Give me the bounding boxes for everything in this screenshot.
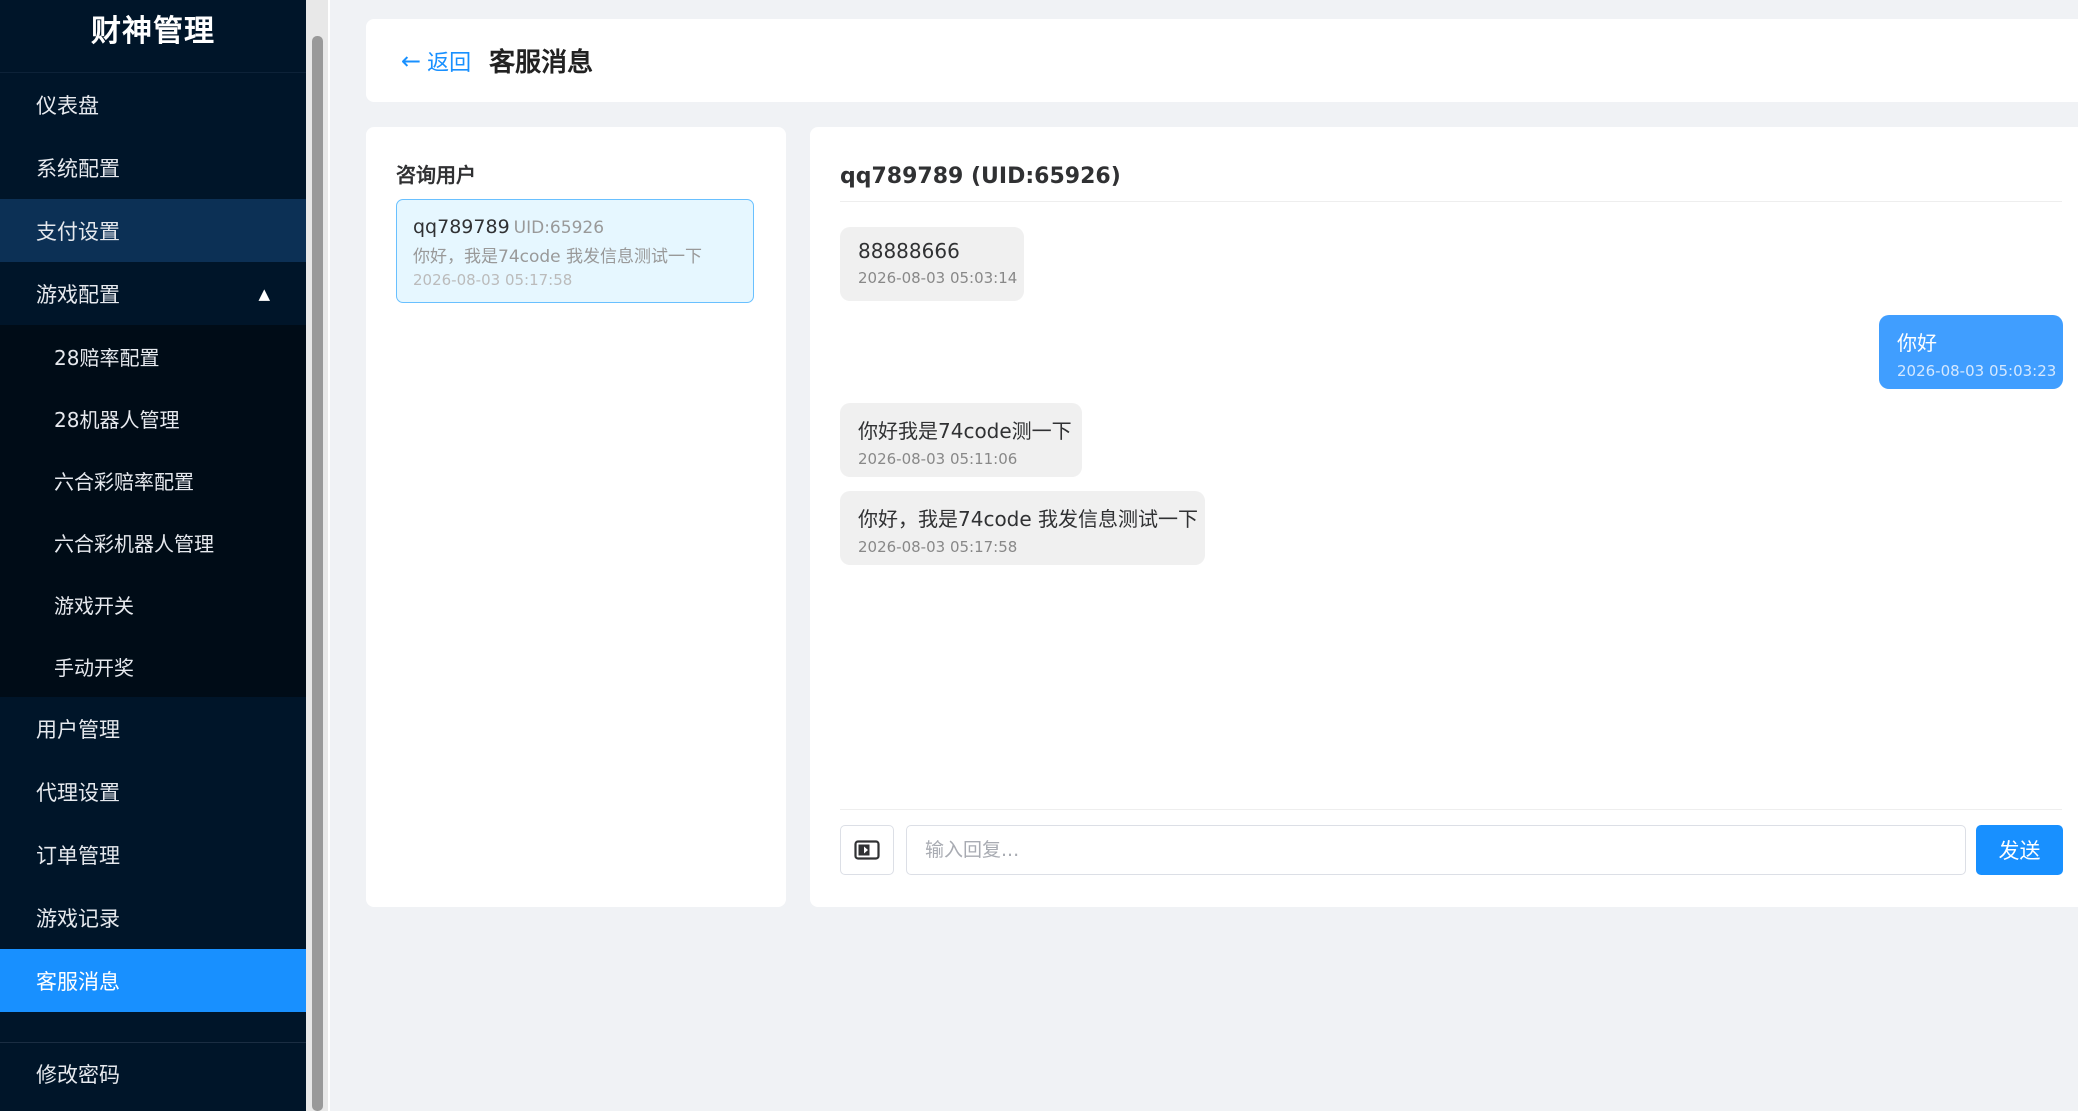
chat-panel: qq789789 (UID:65926) 88888666 2026-08-03… bbox=[810, 127, 2078, 907]
sidebar-item-label: 28赔率配置 bbox=[54, 345, 160, 370]
message-time: 2026-08-03 05:11:06 bbox=[858, 450, 1018, 468]
message-text: 你好我是74code测一下 bbox=[858, 419, 1072, 443]
send-button[interactable]: 发送 bbox=[1976, 825, 2063, 875]
sidebar-item-support-messages[interactable]: 客服消息 bbox=[0, 949, 306, 1012]
sidebar-scrollbar-thumb[interactable] bbox=[312, 36, 323, 1111]
reply-input[interactable] bbox=[906, 825, 1966, 875]
sidebar-item-order-manage[interactable]: 订单管理 bbox=[0, 823, 306, 886]
sidebar-item-label: 游戏记录 bbox=[36, 906, 120, 931]
sidebar-item-28-robot-manage[interactable]: 28机器人管理 bbox=[0, 387, 306, 449]
sidebar-item-label: 六合彩赔率配置 bbox=[54, 469, 194, 494]
consult-users-panel: 咨询用户 qq789789 UID:65926 你好，我是74code 我发信息测… bbox=[366, 127, 786, 907]
message-bubble-incoming: 你好我是74code测一下 2026-08-03 05:11:06 bbox=[840, 403, 1082, 477]
sidebar-item-label: 代理设置 bbox=[36, 780, 120, 805]
sidebar-item-game-config[interactable]: 游戏配置 ▲ bbox=[0, 262, 306, 325]
image-icon bbox=[854, 840, 880, 860]
sidebar-item-change-password[interactable]: 修改密码 bbox=[0, 1043, 306, 1105]
sidebar-item-label: 六合彩机器人管理 bbox=[54, 531, 214, 556]
message-text: 你好，我是74code 我发信息测试一下 bbox=[858, 507, 1199, 531]
sidebar-item-label: 系统配置 bbox=[36, 156, 120, 181]
back-label: 返回 bbox=[427, 50, 472, 76]
user-name-line: qq789789 UID:65926 bbox=[413, 216, 737, 238]
user-last-message: 你好，我是74code 我发信息测试一下 bbox=[413, 247, 703, 267]
message-bubble-outgoing: 你好 2026-08-03 05:03:23 bbox=[1879, 315, 2063, 389]
caret-up-icon: ▲ bbox=[258, 284, 270, 303]
sidebar-item-label: 订单管理 bbox=[36, 843, 120, 868]
message-text: 你好 bbox=[1897, 331, 1937, 355]
send-image-button[interactable] bbox=[840, 825, 894, 875]
chat-header: qq789789 (UID:65926) bbox=[840, 151, 2062, 202]
sidebar: 财神管理 仪表盘 系统配置 支付设置 游戏配置 ▲ 28赔率配置 28机器人管理… bbox=[0, 0, 306, 1111]
sidebar-item-label: 游戏开关 bbox=[54, 593, 134, 618]
sidebar-item-game-switch[interactable]: 游戏开关 bbox=[0, 573, 306, 635]
message-text: 88888666 bbox=[858, 239, 960, 263]
sidebar-item-user-manage[interactable]: 用户管理 bbox=[0, 697, 306, 760]
page-header: ← 返回 客服消息 bbox=[366, 19, 2078, 102]
brand-title: 财神管理 bbox=[0, 0, 306, 73]
user-uid: UID:65926 bbox=[513, 218, 605, 238]
sidebar-item-label: 游戏配置 bbox=[36, 282, 120, 307]
sidebar-item-label: 仪表盘 bbox=[36, 93, 99, 118]
page-title: 客服消息 bbox=[489, 48, 594, 78]
sidebar-item-28-odds-config[interactable]: 28赔率配置 bbox=[0, 325, 306, 387]
sidebar-item-game-records[interactable]: 游戏记录 bbox=[0, 886, 306, 949]
sidebar-item-system-config[interactable]: 系统配置 bbox=[0, 136, 306, 199]
input-divider bbox=[840, 809, 2062, 810]
message-bubble-incoming: 你好，我是74code 我发信息测试一下 2026-08-03 05:17:58 bbox=[840, 491, 1205, 565]
back-button[interactable]: ← 返回 bbox=[401, 45, 471, 77]
scrollbar-edge bbox=[328, 0, 330, 1111]
message-time: 2026-08-03 05:03:14 bbox=[858, 269, 1018, 287]
sidebar-menu: 仪表盘 系统配置 支付设置 游戏配置 ▲ 28赔率配置 28机器人管理 六合彩赔… bbox=[0, 73, 306, 1012]
user-list-item[interactable]: qq789789 UID:65926 你好，我是74code 我发信息测试一下 2… bbox=[396, 199, 754, 303]
sidebar-item-label: 手动开奖 bbox=[54, 655, 134, 680]
message-bubble-incoming: 88888666 2026-08-03 05:03:14 bbox=[840, 227, 1024, 301]
users-panel-title: 咨询用户 bbox=[396, 163, 476, 187]
message-time: 2026-08-03 05:17:58 bbox=[858, 538, 1018, 556]
sidebar-item-lottery-robot-manage[interactable]: 六合彩机器人管理 bbox=[0, 511, 306, 573]
sidebar-item-dashboard[interactable]: 仪表盘 bbox=[0, 73, 306, 136]
sidebar-item-label: 支付设置 bbox=[36, 219, 120, 244]
arrow-left-icon: ← bbox=[401, 46, 422, 75]
sidebar-item-label: 修改密码 bbox=[36, 1063, 120, 1087]
sidebar-item-manual-draw[interactable]: 手动开奖 bbox=[0, 635, 306, 697]
message-time: 2026-08-03 05:03:23 bbox=[1897, 362, 2057, 380]
user-name: qq789789 bbox=[413, 216, 510, 238]
sidebar-item-label: 用户管理 bbox=[36, 717, 120, 742]
sidebar-item-payment-settings[interactable]: 支付设置 bbox=[0, 199, 306, 262]
sidebar-item-label: 28机器人管理 bbox=[54, 407, 180, 432]
user-last-time: 2026-08-03 05:17:58 bbox=[413, 271, 573, 289]
sidebar-item-lottery-odds-config[interactable]: 六合彩赔率配置 bbox=[0, 449, 306, 511]
sidebar-item-agent-settings[interactable]: 代理设置 bbox=[0, 760, 306, 823]
sidebar-item-label: 客服消息 bbox=[36, 969, 120, 994]
